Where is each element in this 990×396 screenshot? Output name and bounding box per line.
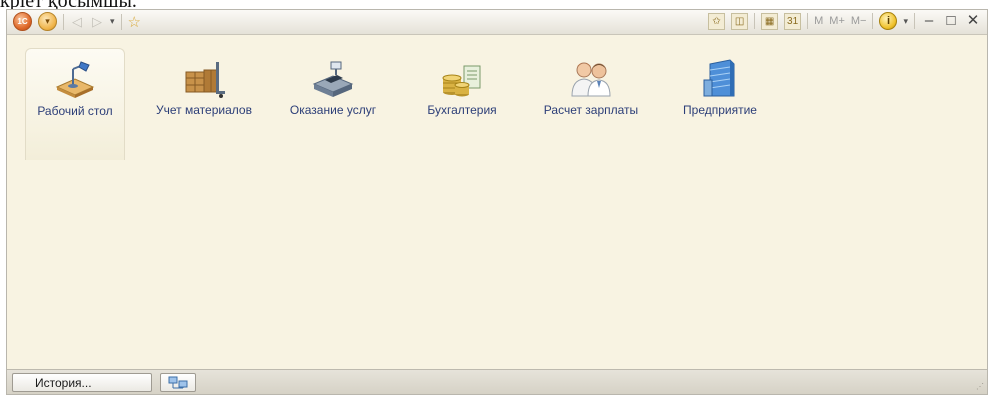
section-panel: Рабочий стол Учет материалов Оказание ус…: [25, 48, 799, 160]
minimize-icon[interactable]: –: [921, 12, 937, 30]
toolbar-separator: [754, 13, 756, 29]
resize-grip-icon[interactable]: ⋰: [976, 382, 984, 391]
coins-ledger-icon: [442, 65, 481, 97]
forward-arrow-icon[interactable]: ▷: [90, 14, 104, 30]
toolbar-separator: [914, 13, 915, 29]
network-button[interactable]: [160, 373, 196, 392]
maximize-icon[interactable]: □: [943, 12, 959, 30]
history-button[interactable]: История...: [12, 373, 152, 392]
add-favorite-icon[interactable]: ✩: [708, 12, 726, 30]
app-window: 1С ▾ ◁ ▷ ▾ ☆ ✩ ◫ ▦ 31 M M+ M− i ▾ – □ ✕: [6, 9, 988, 395]
favorites-star-icon[interactable]: ☆: [128, 13, 141, 31]
section-label: Расчет зарплаты: [543, 103, 639, 117]
section-payroll[interactable]: Расчет зарплаты: [541, 48, 641, 160]
memory-subtract-button[interactable]: M−: [851, 15, 867, 27]
toolbar-right: ✩ ◫ ▦ 31 M M+ M− i ▾ – □ ✕: [708, 12, 981, 30]
toolbar-left: 1С ▾ ◁ ▷ ▾ ☆: [13, 12, 141, 31]
toolbar-separator: [807, 13, 809, 29]
warehouse-boxes-icon: [185, 62, 225, 98]
section-materials[interactable]: Учет материалов: [154, 48, 254, 160]
office-building-icon: [703, 59, 735, 97]
info-icon[interactable]: i: [879, 12, 898, 30]
cash-register-icon: [312, 61, 354, 97]
section-label: Рабочий стол: [37, 104, 113, 118]
network-connection-icon: [168, 376, 188, 388]
memory-m-button[interactable]: M: [814, 15, 823, 27]
calendar-icon[interactable]: 31: [784, 12, 802, 30]
back-arrow-icon[interactable]: ◁: [70, 14, 84, 30]
section-desktop[interactable]: Рабочий стол: [25, 48, 125, 160]
main-menu-button[interactable]: ▾: [38, 12, 57, 31]
info-dropdown-icon[interactable]: ▾: [903, 16, 908, 27]
toolbar-separator: [63, 13, 64, 30]
section-label: Оказание услуг: [289, 103, 377, 117]
title-bar: 1С ▾ ◁ ▷ ▾ ☆ ✩ ◫ ▦ 31 M M+ M− i ▾ – □ ✕: [7, 10, 987, 35]
app-logo-icon[interactable]: 1С: [13, 12, 32, 31]
toolbar-separator: [120, 13, 122, 30]
toolbar-separator: [872, 13, 874, 29]
section-accounting[interactable]: Бухгалтерия: [412, 48, 512, 160]
calculator-icon[interactable]: ▦: [761, 12, 779, 30]
status-bar: История... ⋰: [7, 369, 987, 394]
history-dropdown-icon[interactable]: ▾: [110, 16, 115, 27]
memory-add-button[interactable]: M+: [829, 15, 845, 27]
employees-icon: [571, 62, 611, 97]
section-label: Бухгалтерия: [427, 103, 497, 117]
section-services[interactable]: Оказание услуг: [283, 48, 383, 160]
bookmarks-icon[interactable]: ◫: [731, 12, 749, 30]
section-label: Учет материалов: [156, 103, 252, 117]
desk-lamp-icon: [55, 61, 95, 98]
close-icon[interactable]: ✕: [965, 12, 981, 30]
section-label: Предприятие: [683, 103, 757, 117]
section-enterprise[interactable]: Предприятие: [670, 48, 770, 160]
